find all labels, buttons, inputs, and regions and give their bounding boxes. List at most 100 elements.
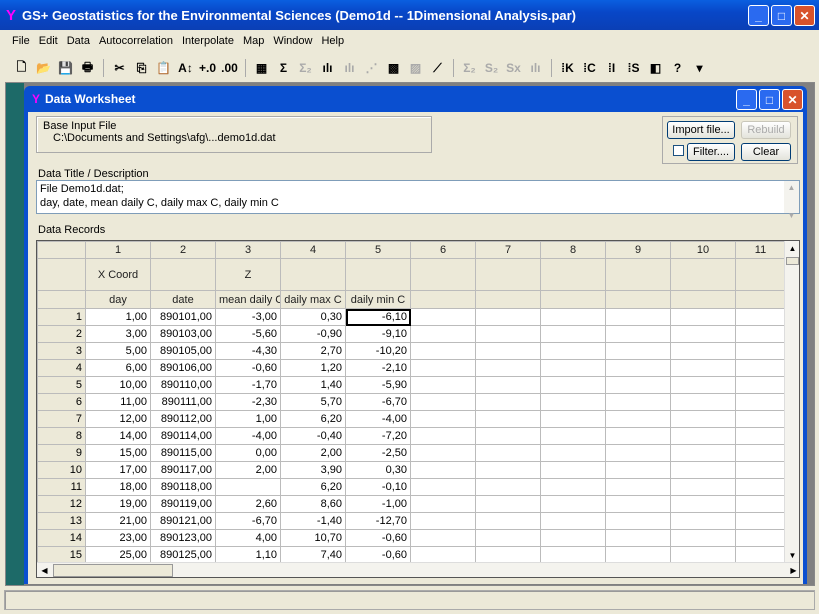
data-cell[interactable] (735, 546, 786, 564)
data-cell[interactable]: 1,10 (215, 546, 281, 564)
data-cell[interactable]: -2,10 (345, 359, 411, 377)
data-cell[interactable]: 890111,00 (150, 393, 216, 411)
data-cell[interactable] (410, 325, 476, 343)
column-number-header-cell[interactable]: 5 (345, 241, 411, 259)
data-cell[interactable]: 890125,00 (150, 546, 216, 564)
data-cell[interactable] (540, 546, 606, 564)
column-role-header-cell[interactable] (670, 258, 736, 291)
data-cell[interactable]: -0,40 (280, 427, 346, 445)
column-name-header-cell[interactable]: date (150, 290, 216, 309)
data-cell[interactable] (540, 359, 606, 377)
scatter-icon[interactable]: ⋰ (362, 59, 381, 78)
data-cell[interactable]: 1,00 (215, 410, 281, 428)
clear-button[interactable]: Clear (741, 143, 791, 161)
data-cell[interactable] (410, 444, 476, 462)
data-cell[interactable] (735, 478, 786, 496)
column-name-header-cell[interactable] (735, 290, 786, 309)
color-map-icon[interactable]: ◧ (646, 59, 665, 78)
idw-icon[interactable]: ⁞I (602, 59, 621, 78)
data-cell[interactable]: 14,00 (85, 427, 151, 445)
cut-icon[interactable]: ✂ (110, 59, 129, 78)
horizontal-scrollbar[interactable]: ◀ ▶ (37, 562, 799, 577)
data-cell[interactable] (540, 376, 606, 394)
data-cell[interactable]: 0,00 (215, 444, 281, 462)
column-role-header-cell[interactable] (605, 258, 671, 291)
data-cell[interactable] (410, 393, 476, 411)
data-cell[interactable] (670, 308, 736, 326)
data-cell[interactable]: 7,40 (280, 546, 346, 564)
vertical-scrollbar[interactable]: ▲ ▼ (784, 241, 799, 563)
data-cell[interactable] (605, 359, 671, 377)
data-cell[interactable] (540, 308, 606, 326)
data-cell[interactable] (475, 410, 541, 428)
data-cell[interactable]: -1,40 (280, 512, 346, 530)
map-icon[interactable]: ▩ (384, 59, 403, 78)
data-cell[interactable] (540, 325, 606, 343)
column-role-header-cell[interactable] (540, 258, 606, 291)
maximize-button[interactable]: □ (771, 5, 792, 26)
data-cell[interactable]: 2,00 (280, 444, 346, 462)
paste-icon[interactable]: 📋 (154, 59, 173, 78)
data-cell[interactable]: 12,00 (85, 410, 151, 428)
data-cell[interactable]: -0,60 (345, 546, 411, 564)
data-cell[interactable]: -5,60 (215, 325, 281, 343)
data-cell[interactable]: -1,70 (215, 376, 281, 394)
map2-icon[interactable]: ▨ (406, 59, 425, 78)
data-cell[interactable]: 10,00 (85, 376, 151, 394)
data-cell[interactable]: 1,00 (85, 308, 151, 326)
column-role-header-cell[interactable]: Z (215, 258, 281, 291)
row-header[interactable]: 15 (37, 546, 86, 564)
description-textarea[interactable]: File Demo1d.dat; day, date, mean daily C… (36, 180, 800, 220)
data-cell[interactable] (605, 529, 671, 547)
data-cell[interactable] (670, 427, 736, 445)
data-cell[interactable]: 2,70 (280, 342, 346, 360)
data-cell[interactable]: -10,20 (345, 342, 411, 360)
row-header[interactable]: 6 (37, 393, 86, 411)
data-cell[interactable] (410, 427, 476, 445)
data-cell[interactable] (410, 512, 476, 530)
data-cell[interactable]: 15,00 (85, 444, 151, 462)
row-header[interactable]: 3 (37, 342, 86, 360)
data-cell[interactable] (540, 478, 606, 496)
data-cell[interactable] (670, 376, 736, 394)
data-cell[interactable] (670, 342, 736, 360)
data-cell[interactable] (735, 325, 786, 343)
data-cell[interactable] (410, 376, 476, 394)
data-cell[interactable]: 0,30 (345, 461, 411, 479)
data-cell[interactable] (410, 342, 476, 360)
column-number-header-cell[interactable]: 3 (215, 241, 281, 259)
data-cell[interactable] (605, 393, 671, 411)
data-cell[interactable]: -0,60 (215, 359, 281, 377)
data-cell[interactable] (735, 359, 786, 377)
data-cell[interactable]: 890118,00 (150, 478, 216, 496)
data-cell[interactable] (735, 427, 786, 445)
cokriging-icon[interactable]: ⁞C (580, 59, 599, 78)
data-cell[interactable]: 10,70 (280, 529, 346, 547)
data-cell[interactable] (540, 529, 606, 547)
data-cell[interactable] (735, 444, 786, 462)
data-cell[interactable]: -4,00 (345, 410, 411, 428)
menu-file[interactable]: File (8, 33, 35, 53)
child-maximize-button[interactable]: □ (759, 89, 780, 110)
data-cell[interactable] (475, 478, 541, 496)
dropdown-icon[interactable]: ▾ (690, 59, 709, 78)
data-cell[interactable] (605, 444, 671, 462)
data-cell[interactable]: -4,30 (215, 342, 281, 360)
sx-icon[interactable]: Sx (504, 59, 523, 78)
column-number-header-cell[interactable]: 2 (150, 241, 216, 259)
data-cell[interactable] (475, 546, 541, 564)
data-cell[interactable] (475, 461, 541, 479)
data-cell[interactable]: 6,00 (85, 359, 151, 377)
data-cell[interactable] (475, 325, 541, 343)
data-cell[interactable] (475, 444, 541, 462)
row-header[interactable]: 4 (37, 359, 86, 377)
data-cell[interactable]: -1,00 (345, 495, 411, 513)
column-name-header-cell[interactable] (670, 290, 736, 309)
data-cell[interactable] (410, 359, 476, 377)
column-number-header-cell[interactable]: 8 (540, 241, 606, 259)
close-button[interactable]: ✕ (794, 5, 815, 26)
data-cell[interactable]: 890123,00 (150, 529, 216, 547)
import-file-button[interactable]: Import file... (667, 121, 735, 139)
data-cell[interactable]: 1,40 (280, 376, 346, 394)
column-role-header-cell[interactable]: X Coord (85, 258, 151, 291)
